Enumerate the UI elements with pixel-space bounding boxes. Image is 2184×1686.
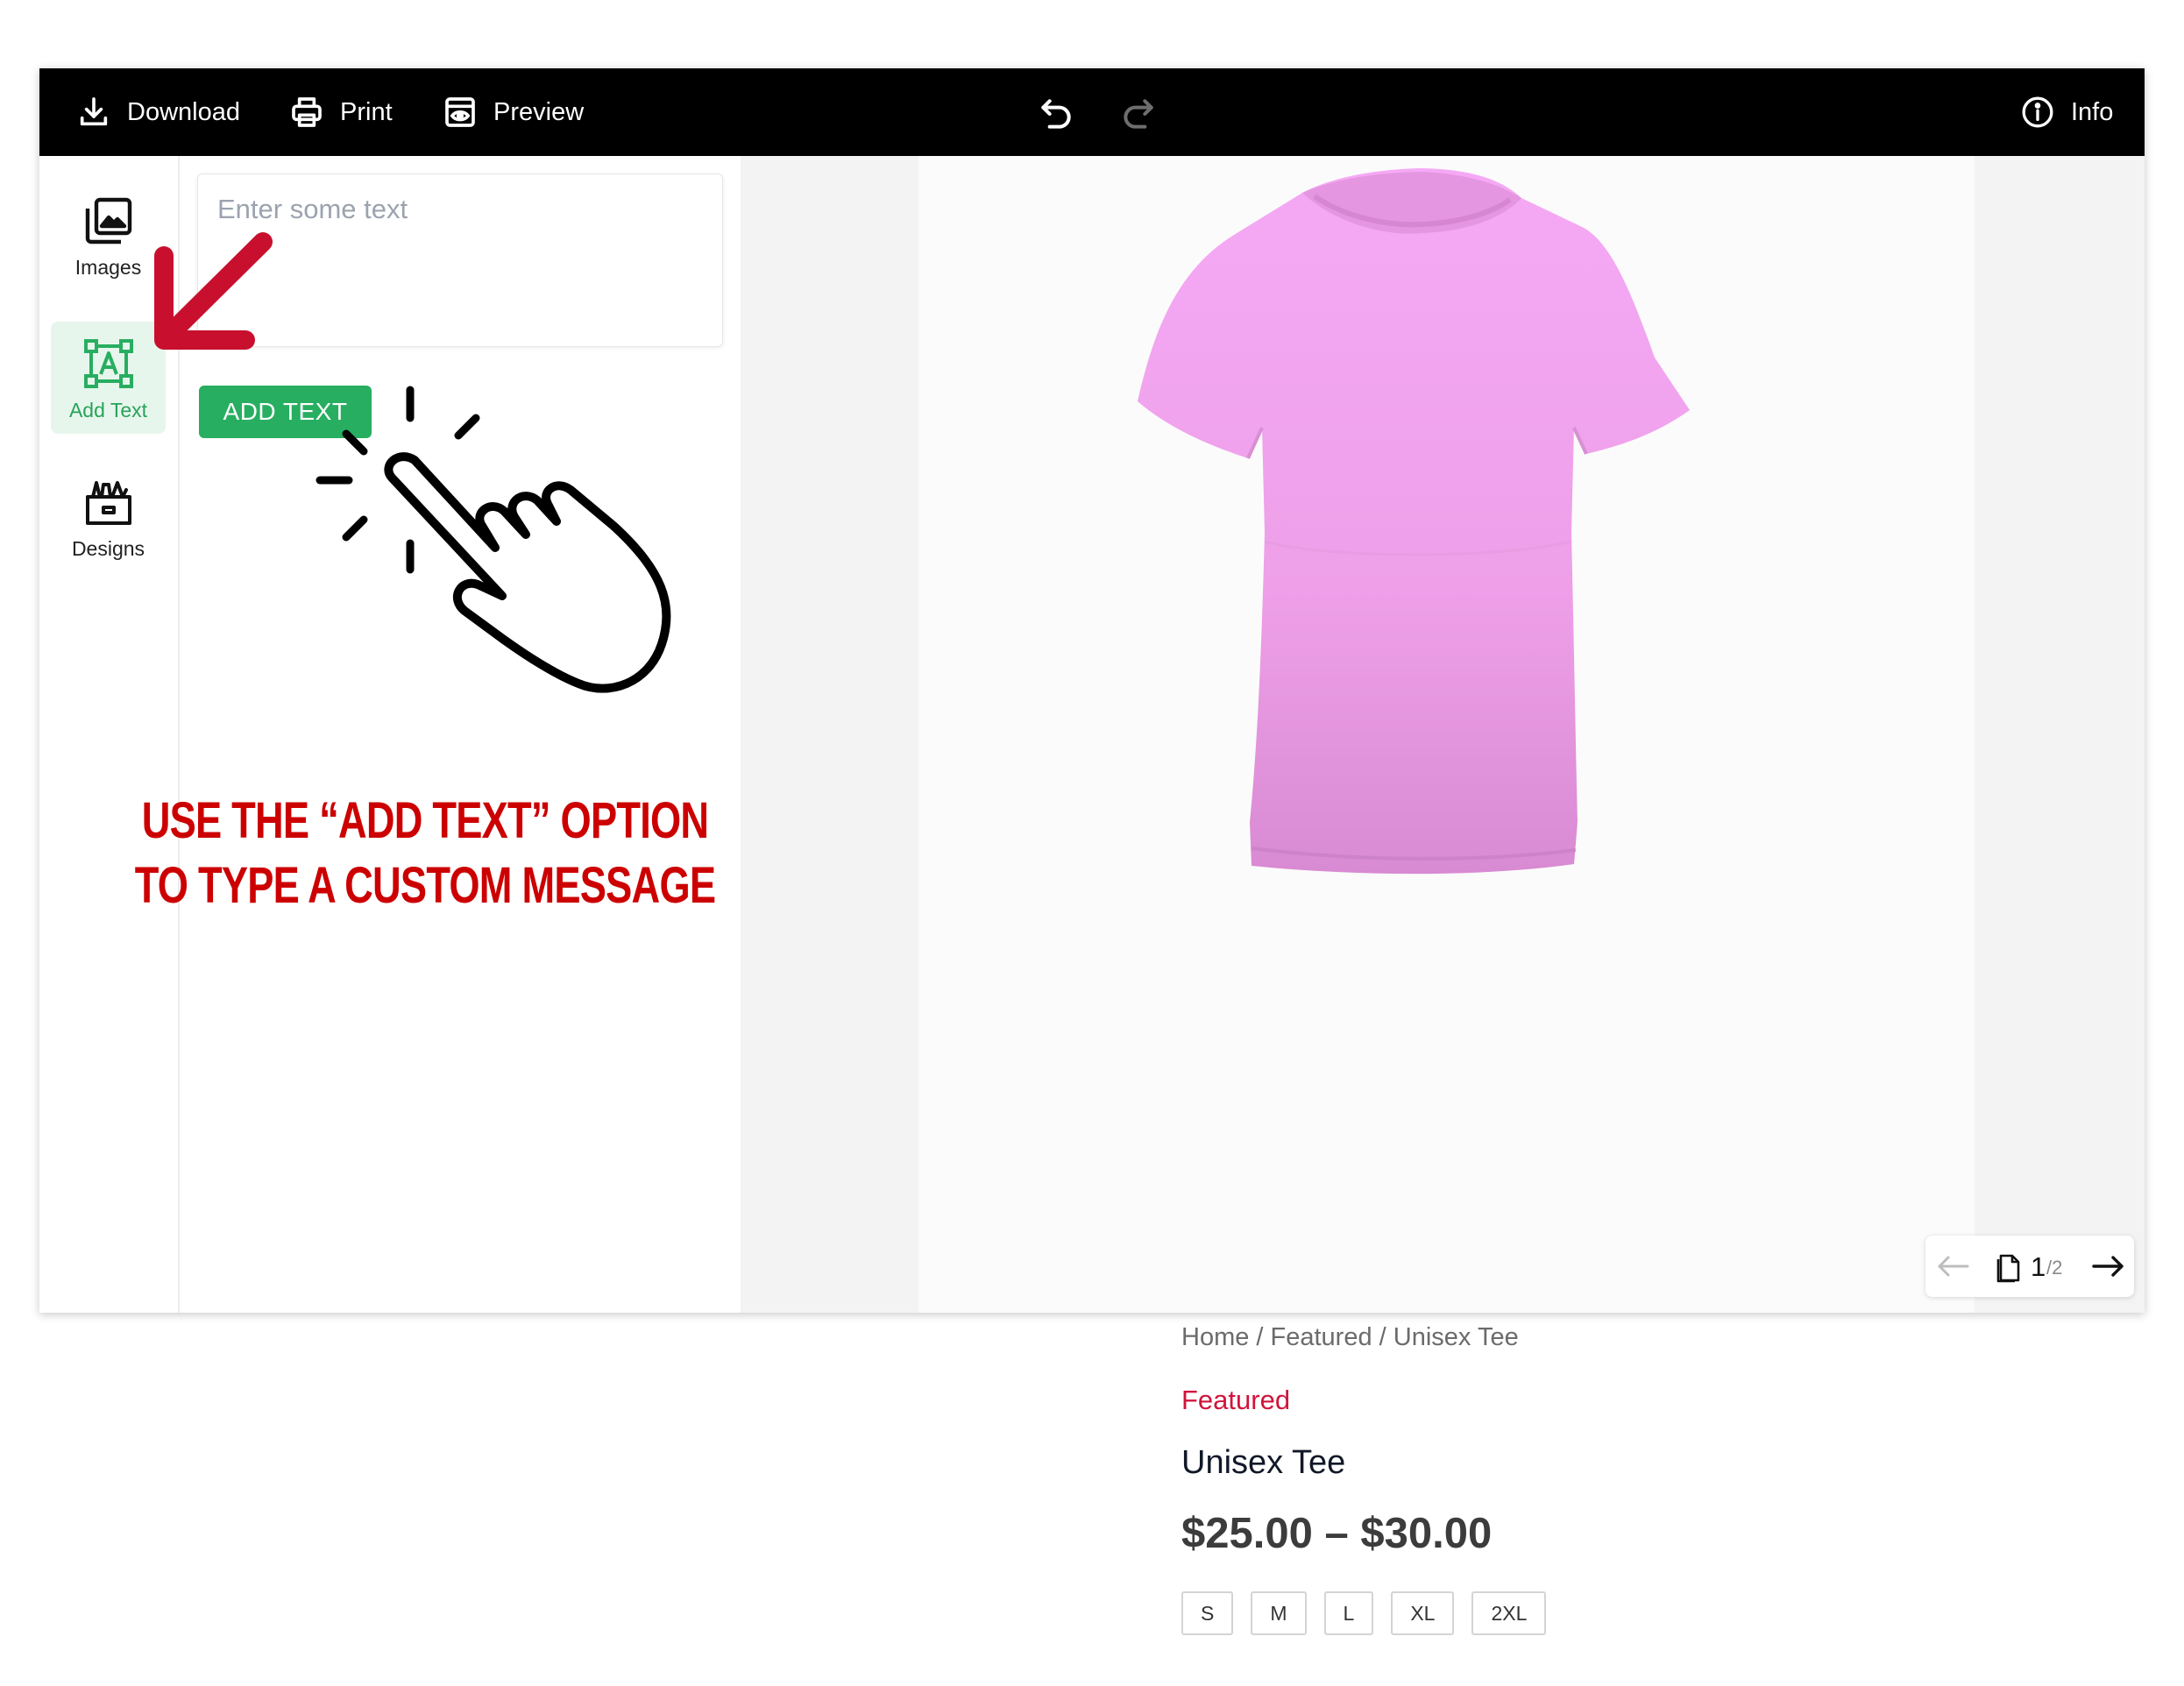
product-price: $25.00 – $30.00 [1181, 1510, 1493, 1557]
current-page-number: 1 [2031, 1251, 2046, 1282]
redo-button[interactable] [1119, 95, 1158, 133]
design-canvas[interactable] [741, 156, 2145, 1313]
annotation-line-1: USE THE “ADD TEXT” OPTION [141, 792, 709, 849]
prev-page-arrow-icon[interactable] [1934, 1249, 1973, 1284]
red-arrow-annotation-icon [154, 232, 273, 350]
print-icon [292, 97, 322, 127]
sidebar-item-label: Add Text [68, 399, 148, 422]
images-icon [85, 197, 131, 244]
preview-button[interactable]: Preview [443, 68, 584, 156]
preview-label: Preview [493, 97, 585, 126]
toolbar: Download Print Preview Info [39, 68, 2145, 156]
breadcrumb[interactable]: Home / Featured / Unisex Tee [1181, 1323, 1519, 1352]
annotation-line-2: TO TYPE A CUSTOM MESSAGE [134, 857, 716, 914]
undo-icon [1041, 99, 1071, 129]
download-label: Download [127, 97, 240, 126]
size-option-2xl[interactable]: 2XL [1471, 1591, 1547, 1635]
pointing-hand-click-icon [316, 386, 671, 693]
canvas-page [918, 156, 1975, 1313]
undo-button[interactable] [1037, 95, 1075, 133]
preview-eye-icon [445, 97, 475, 127]
pages-icon [1996, 1254, 2020, 1283]
pink-tshirt-image [1138, 168, 1690, 875]
info-label: Info [2071, 97, 2114, 126]
size-option-m[interactable]: M [1251, 1591, 1307, 1635]
size-options: S M L XL 2XL [1181, 1591, 1547, 1635]
sidebar-item-label: Designs [71, 537, 145, 560]
size-option-s[interactable]: S [1181, 1591, 1234, 1635]
annotation-callout: USE THE “ADD TEXT” OPTION TO TYPE A CUST… [135, 789, 716, 918]
product-title: Unisex Tee [1181, 1444, 1346, 1481]
total-pages: /2 [2046, 1257, 2063, 1279]
page-navigator: 1 /2 [1925, 1236, 2134, 1297]
custom-text-input[interactable] [197, 174, 723, 347]
size-option-l[interactable]: L [1323, 1591, 1374, 1635]
size-option-xl[interactable]: XL [1391, 1591, 1455, 1635]
download-icon [80, 97, 108, 126]
info-button[interactable]: Info [2020, 68, 2113, 156]
text-box-icon [83, 339, 133, 388]
print-button[interactable]: Print [289, 68, 393, 156]
product-category-link[interactable]: Featured [1181, 1385, 1290, 1416]
download-button[interactable]: Download [76, 68, 240, 156]
sidebar-item-designs[interactable]: Designs [51, 460, 166, 572]
next-page-arrow-icon[interactable] [2088, 1249, 2127, 1284]
info-icon [2022, 96, 2053, 128]
print-label: Print [340, 97, 393, 126]
designs-box-icon [85, 481, 131, 525]
redo-icon [1124, 99, 1153, 129]
